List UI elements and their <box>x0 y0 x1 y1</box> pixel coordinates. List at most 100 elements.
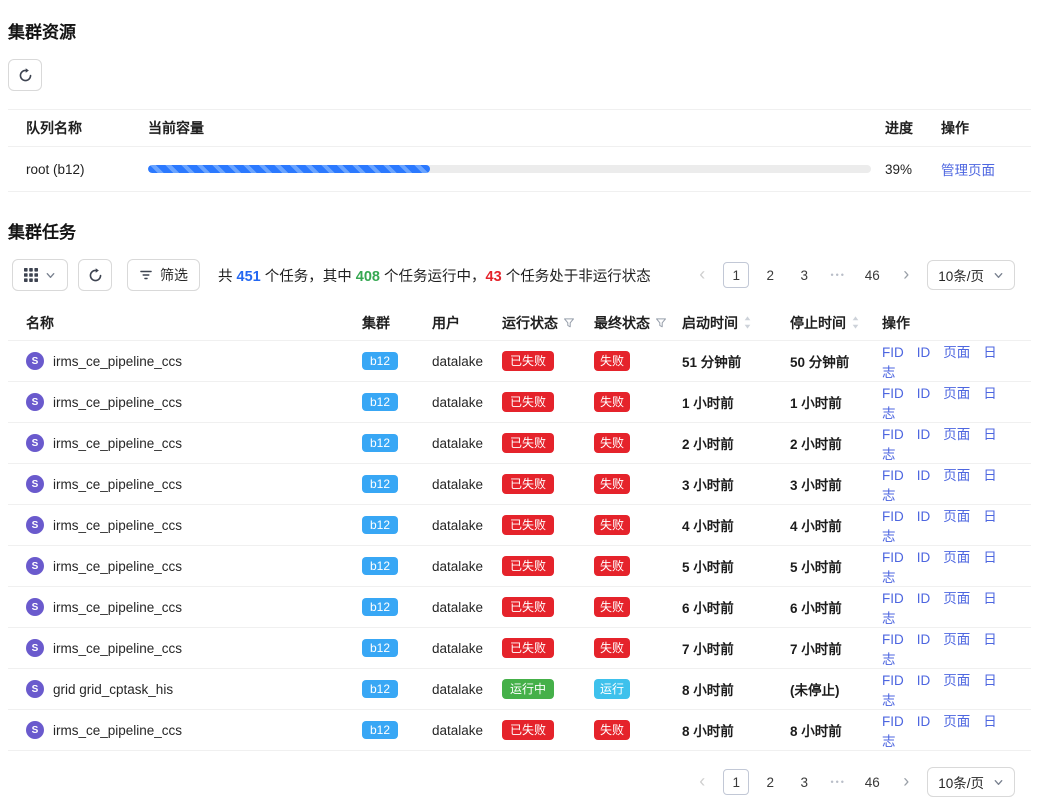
task-name-cell: Sirms_ce_pipeline_ccs <box>26 516 362 534</box>
action-link-page[interactable]: 页面 <box>943 427 970 442</box>
column-header[interactable]: 启动时间 <box>682 313 790 333</box>
column-label: 操作 <box>882 313 910 333</box>
start-time: 51 分钟前 <box>682 351 790 371</box>
row-actions: FIDID页面日志 <box>882 587 1015 627</box>
action-link-fid[interactable]: FID <box>882 673 904 688</box>
stop-time: 1 小时前 <box>790 392 882 412</box>
column-label: 名称 <box>26 313 54 333</box>
page-size-label: 10条/页 <box>938 772 984 792</box>
action-link-page[interactable]: 页面 <box>943 509 970 524</box>
action-link-id[interactable]: ID <box>917 386 931 401</box>
page: 集群资源 队列名称 当前容量 进度 操作 root (b12) 39% 管理页面… <box>0 0 1039 797</box>
page-button-46[interactable]: 46 <box>859 262 885 288</box>
capacity-cell <box>148 165 885 173</box>
action-link-fid[interactable]: FID <box>882 591 904 606</box>
bottom-pagination-bar: ‹123•••46› 10条/页 <box>8 767 1031 797</box>
resources-refresh-button[interactable] <box>8 59 42 91</box>
tasks-refresh-button[interactable] <box>78 259 112 291</box>
page-button-1[interactable]: 1 <box>723 769 749 795</box>
action-link-page[interactable]: 页面 <box>943 591 970 606</box>
column-settings-button[interactable] <box>12 259 68 291</box>
table-row: Sirms_ce_pipeline_ccsb12datalake已失败失败3 小… <box>8 464 1031 505</box>
action-link-id[interactable]: ID <box>917 673 931 688</box>
action-link-id[interactable]: ID <box>917 427 931 442</box>
row-actions: FIDID页面日志 <box>882 505 1015 545</box>
cluster-badge: b12 <box>362 721 398 739</box>
action-link-page[interactable]: 页面 <box>943 386 970 401</box>
summary-mid2: 个任务运行中， <box>380 269 486 285</box>
action-link-fid[interactable]: FID <box>882 427 904 442</box>
action-link-page[interactable]: 页面 <box>943 673 970 688</box>
action-link-page[interactable]: 页面 <box>943 550 970 565</box>
final-status-badge: 失败 <box>594 392 630 412</box>
summary-mid1: 个任务，其中 <box>261 269 356 285</box>
cluster-resources-title: 集群资源 <box>8 18 1031 43</box>
page-button-2[interactable]: 2 <box>757 262 783 288</box>
action-link-id[interactable]: ID <box>917 509 931 524</box>
prev-page-button[interactable]: ‹ <box>689 262 715 288</box>
row-actions: FIDID页面日志 <box>882 464 1015 504</box>
action-link-fid[interactable]: FID <box>882 632 904 647</box>
row-actions: FIDID页面日志 <box>882 341 1015 381</box>
avatar: S <box>26 639 44 657</box>
queue-name: root (b12) <box>26 162 148 177</box>
action-link-id[interactable]: ID <box>917 714 931 729</box>
final-status-badge: 失败 <box>594 515 630 535</box>
stop-time: 7 小时前 <box>790 638 882 658</box>
page-size-label: 10条/页 <box>938 265 984 285</box>
page-button-1[interactable]: 1 <box>723 262 749 288</box>
start-time: 5 小时前 <box>682 556 790 576</box>
page-button-46[interactable]: 46 <box>859 769 885 795</box>
table-row: Sirms_ce_pipeline_ccsb12datalake已失败失败6 小… <box>8 587 1031 628</box>
table-row: Sirms_ce_pipeline_ccsb12datalake已失败失败7 小… <box>8 628 1031 669</box>
action-link-id[interactable]: ID <box>917 468 931 483</box>
column-header: 操作 <box>882 313 1015 333</box>
action-link-fid[interactable]: FID <box>882 550 904 565</box>
run-status-badge: 已失败 <box>502 720 554 740</box>
action-link-fid[interactable]: FID <box>882 714 904 729</box>
page-button-2[interactable]: 2 <box>757 769 783 795</box>
next-page-button[interactable]: › <box>893 769 919 795</box>
table-row: Sirms_ce_pipeline_ccsb12datalake已失败失败4 小… <box>8 505 1031 546</box>
column-header[interactable]: 运行状态 <box>502 313 594 333</box>
action-link-fid[interactable]: FID <box>882 509 904 524</box>
page-button-3[interactable]: 3 <box>791 769 817 795</box>
start-time: 8 小时前 <box>682 679 790 699</box>
row-actions: FIDID页面日志 <box>882 382 1015 422</box>
column-header: 集群 <box>362 313 432 333</box>
manage-page-link[interactable]: 管理页面 <box>941 163 995 178</box>
summary-prefix: 共 <box>218 269 237 285</box>
action-link-page[interactable]: 页面 <box>943 345 970 360</box>
refresh-icon <box>18 68 33 83</box>
column-header[interactable]: 停止时间 <box>790 313 882 333</box>
cluster-badge: b12 <box>362 680 398 698</box>
column-header[interactable]: 最终状态 <box>594 313 682 333</box>
column-label: 用户 <box>432 313 460 333</box>
final-status-badge: 失败 <box>594 474 630 494</box>
action-link-id[interactable]: ID <box>917 591 931 606</box>
action-link-id[interactable]: ID <box>917 345 931 360</box>
action-link-fid[interactable]: FID <box>882 468 904 483</box>
avatar: S <box>26 434 44 452</box>
action-link-fid[interactable]: FID <box>882 386 904 401</box>
page-button-3[interactable]: 3 <box>791 262 817 288</box>
action-link-fid[interactable]: FID <box>882 345 904 360</box>
chevron-down-icon <box>993 777 1004 788</box>
prev-page-button[interactable]: ‹ <box>689 769 715 795</box>
run-status-badge: 已失败 <box>502 433 554 453</box>
action-link-page[interactable]: 页面 <box>943 714 970 729</box>
user-name: datalake <box>432 436 502 451</box>
action-link-page[interactable]: 页面 <box>943 632 970 647</box>
task-name-cell: Sirms_ce_pipeline_ccs <box>26 639 362 657</box>
action-link-id[interactable]: ID <box>917 632 931 647</box>
cluster-badge: b12 <box>362 352 398 370</box>
filter-funnel-icon <box>563 317 575 329</box>
action-link-id[interactable]: ID <box>917 550 931 565</box>
next-page-button[interactable]: › <box>893 262 919 288</box>
run-status-badge: 已失败 <box>502 351 554 371</box>
action-link-page[interactable]: 页面 <box>943 468 970 483</box>
page-size-select-top[interactable]: 10条/页 <box>927 260 1015 290</box>
filter-button[interactable]: 筛选 <box>127 259 200 291</box>
task-name-cell: Sirms_ce_pipeline_ccs <box>26 475 362 493</box>
page-size-select-bottom[interactable]: 10条/页 <box>927 767 1015 797</box>
